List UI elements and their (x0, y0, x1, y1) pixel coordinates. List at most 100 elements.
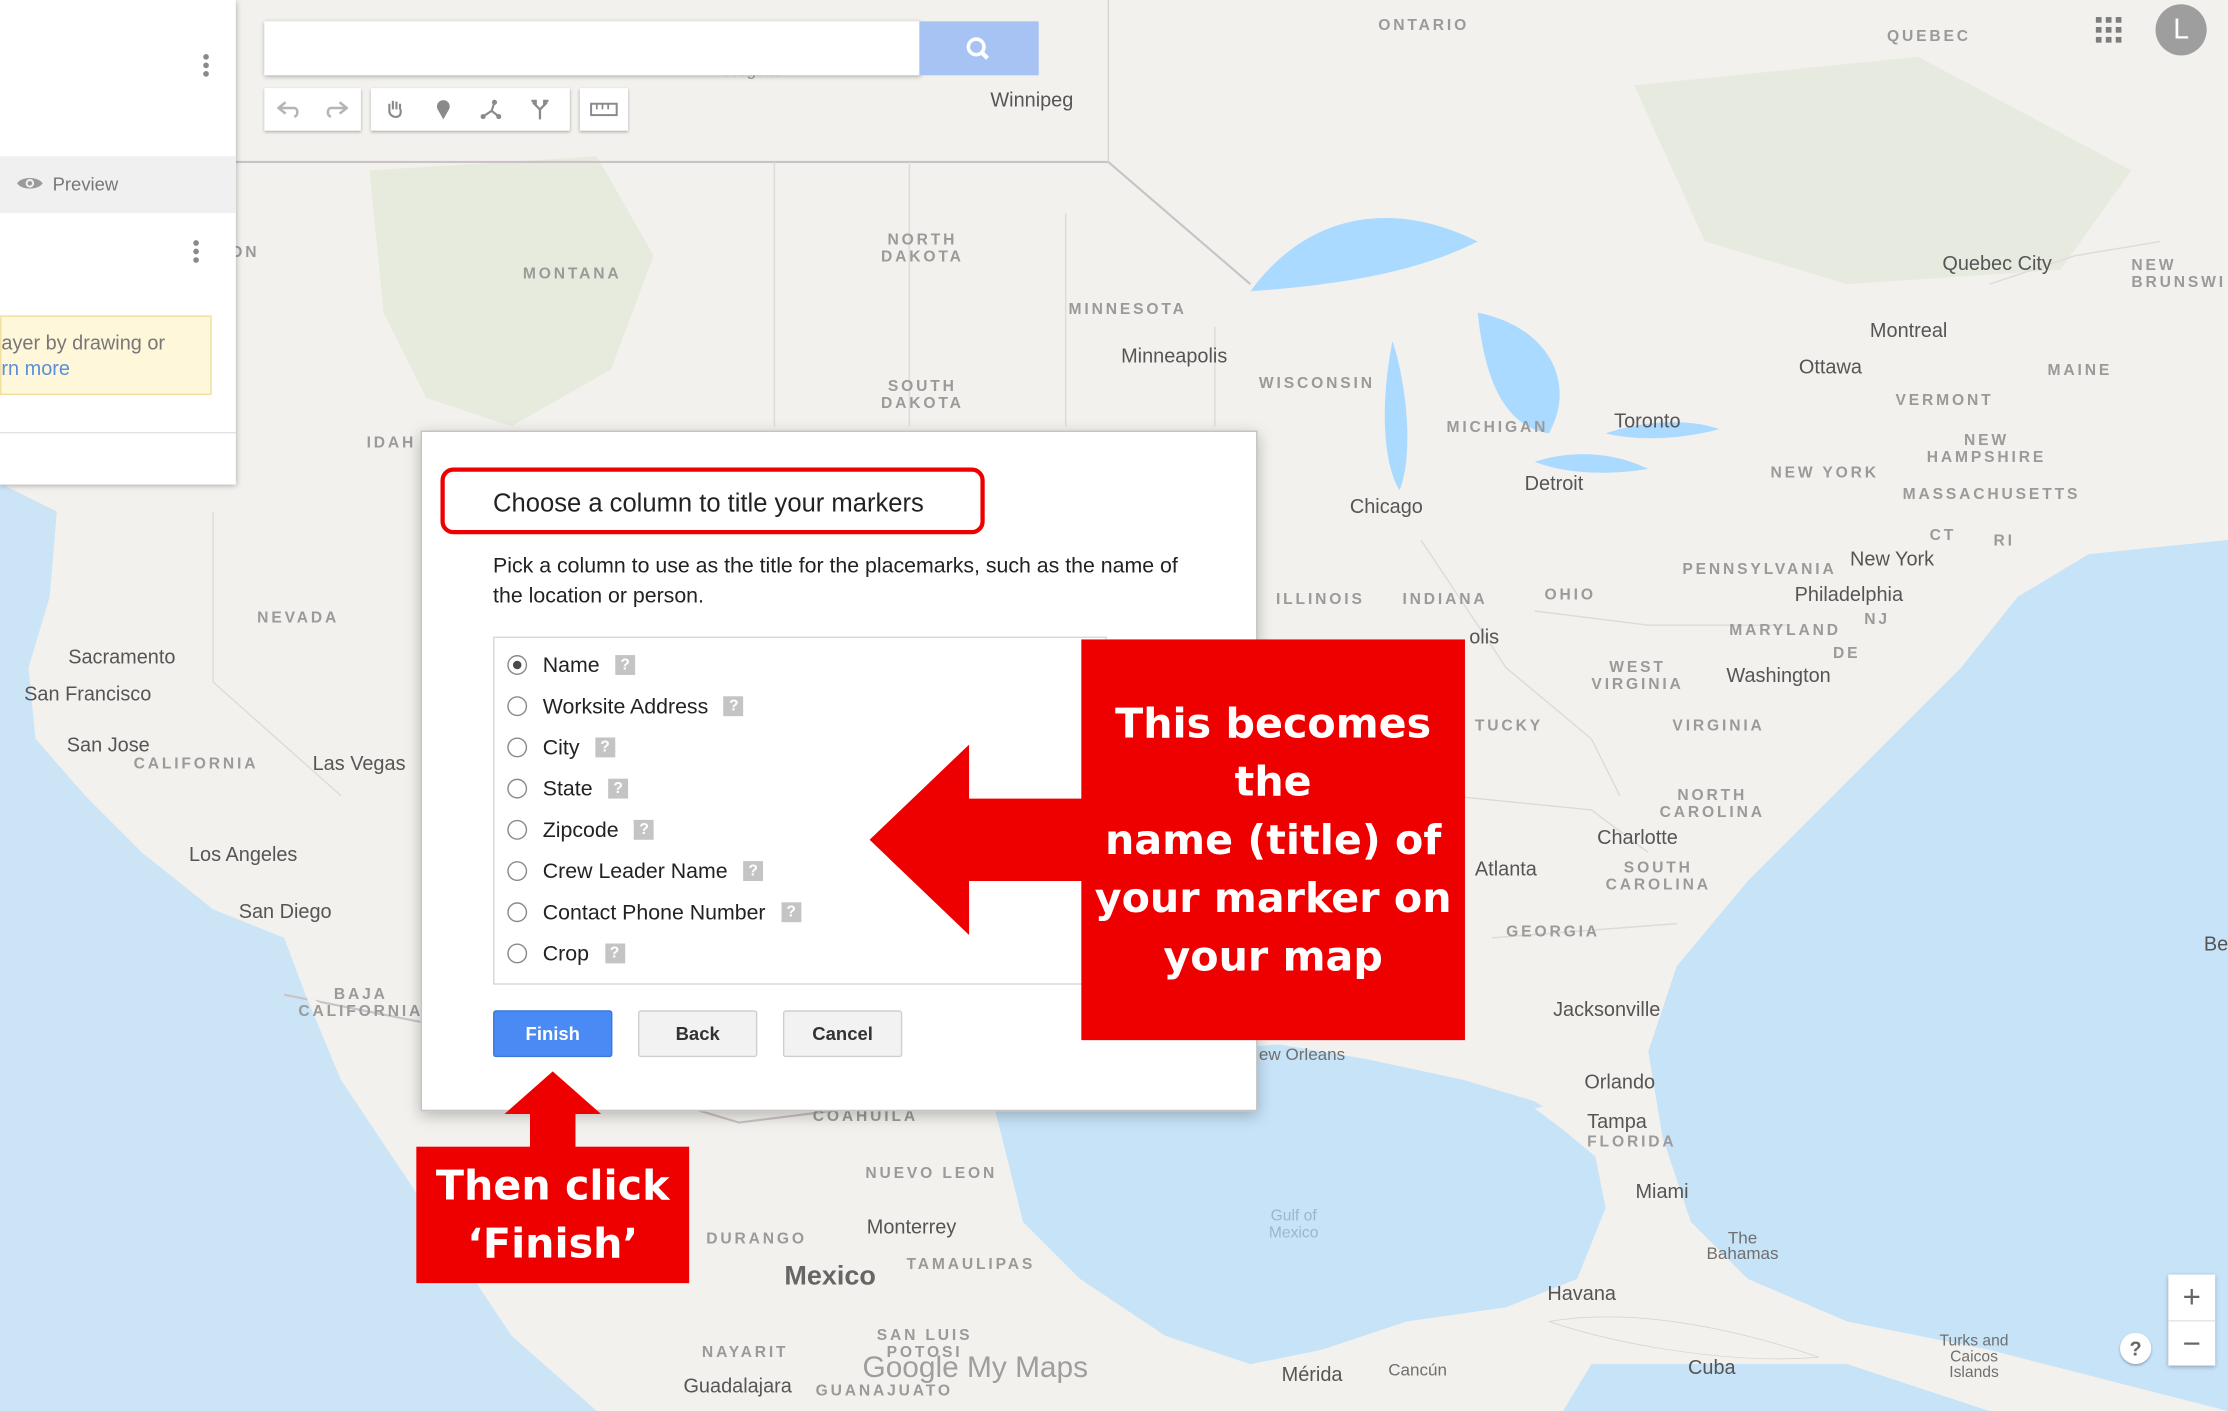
map-label-minnesota: MINNESOTA (1068, 301, 1187, 319)
radio-button[interactable] (507, 861, 528, 881)
column-option[interactable]: State ? (507, 773, 629, 804)
help-icon[interactable]: ? (595, 737, 616, 758)
map-label-california: CALIFORNIA (133, 755, 259, 773)
map-label-cancun: Cancún (1388, 1359, 1448, 1380)
zoom-control: + − (2168, 1274, 2216, 1367)
column-option[interactable]: Crew Leader Name ? (507, 855, 764, 886)
map-label-ohio: OHIO (1544, 586, 1596, 604)
help-icon[interactable]: ? (743, 861, 764, 881)
redo-icon (326, 101, 349, 118)
column-option[interactable]: Worksite Address ? (507, 691, 744, 722)
account-avatar[interactable]: L (2155, 4, 2207, 56)
map-label-wisconsin: WISCONSIN (1258, 375, 1375, 393)
marker-icon (436, 100, 450, 120)
preview-button[interactable]: Preview (0, 156, 236, 214)
title-highlight-box (440, 467, 985, 535)
column-option-label: Worksite Address (542, 694, 709, 719)
map-label-merida: Mérida (1281, 1362, 1343, 1386)
map-label-georgia: GEORGIA (1506, 923, 1600, 941)
map-label-los-angeles: Los Angeles (188, 842, 298, 866)
help-icon[interactable]: ? (723, 696, 744, 717)
help-icon[interactable]: ? (604, 943, 625, 964)
map-label-philadelphia: Philadelphia (1794, 582, 1904, 606)
finish-button[interactable]: Finish (493, 1010, 613, 1058)
back-button[interactable]: Back (637, 1010, 758, 1058)
help-icon[interactable]: ? (781, 902, 802, 923)
map-label-tamaulipas: TAMAULIPAS (906, 1256, 1036, 1274)
directions-button[interactable] (516, 88, 564, 131)
callout-line: This becomes the (1115, 698, 1432, 805)
help-icon[interactable]: ? (615, 655, 636, 675)
draw-line-icon (480, 99, 502, 120)
map-label-new-hampshire: NEW HAMPSHIRE (1926, 431, 2047, 467)
cancel-button[interactable]: Cancel (782, 1010, 903, 1058)
radio-button[interactable] (507, 737, 528, 758)
tip-text: ayer by drawing or (1, 331, 166, 354)
map-label-new-orleans: ew Orleans (1258, 1044, 1346, 1065)
map-label-north-carolina: NORTH CAROLINA (1659, 787, 1765, 822)
add-marker-button[interactable] (419, 88, 467, 131)
bottom-callout-box: Then click ‘Finish’ (416, 1146, 690, 1284)
help-button[interactable]: ? (2120, 1332, 2152, 1365)
map-label-orlando: Orlando (1584, 1069, 1656, 1093)
map-label-san-francisco: San Francisco (24, 682, 152, 705)
column-option-label: Name (542, 652, 600, 678)
column-option[interactable]: Zipcode ? (507, 814, 655, 845)
column-option[interactable]: Contact Phone Number ? (507, 897, 802, 928)
map-options-menu-icon[interactable] (203, 51, 209, 79)
zoom-out-button[interactable]: − (2168, 1320, 2216, 1367)
search-button[interactable] (919, 21, 1039, 76)
map-label-durango: DURANGO (706, 1230, 807, 1248)
up-arrow-annotation (504, 1071, 602, 1151)
help-icon[interactable]: ? (634, 819, 655, 840)
map-label-turks-caicos: Turks and Caicos Islands (1939, 1332, 2009, 1382)
map-label-maryland: MARYLAND (1729, 622, 1841, 640)
apps-grid-icon[interactable] (2095, 17, 2122, 43)
layer-options-menu-icon[interactable] (193, 237, 199, 265)
map-label-guadalajara: Guadalajara (683, 1374, 792, 1397)
map-label-toronto: Toronto (1614, 409, 1681, 432)
map-label-florida: FLORIDA (1587, 1133, 1677, 1151)
radio-button[interactable] (507, 696, 528, 717)
column-option[interactable]: Name ? (507, 649, 636, 680)
learn-more-link[interactable]: rn more (1, 357, 70, 380)
undo-icon (277, 101, 299, 118)
map-label-ottawa: Ottawa (1798, 355, 1862, 378)
radio-button[interactable] (507, 819, 528, 840)
map-label-baja-california: BAJA CALIFORNIA (298, 986, 424, 1021)
map-label-quebec-city: Quebec City (1942, 251, 2052, 275)
map-label-montreal: Montreal (1869, 318, 1948, 342)
search-icon (966, 37, 990, 60)
undo-button[interactable] (264, 88, 312, 131)
map-label-montana: MONTANA (522, 265, 622, 283)
map-label-winnipeg: Winnipeg (990, 88, 1074, 111)
map-label-gulf-of-mexico: Gulf of Mexico (1268, 1207, 1319, 1242)
map-label-ri: RI (1993, 532, 2015, 550)
zoom-in-button[interactable]: + (2168, 1275, 2215, 1320)
map-label-cuba: Cuba (1688, 1355, 1736, 1379)
redo-button[interactable] (313, 88, 361, 131)
google-my-maps-logo: Google My Maps (862, 1351, 1088, 1385)
map-label-quebec: QUEBEC (1886, 28, 1971, 46)
column-option[interactable]: City ? (507, 732, 616, 763)
map-label-nayarit: NAYARIT (701, 1344, 789, 1362)
hand-icon (388, 100, 402, 118)
radio-button-selected[interactable] (507, 655, 528, 675)
draw-line-button[interactable] (467, 88, 515, 131)
column-option[interactable]: Crop ? (507, 938, 625, 969)
layer-tip-box: ayer by drawing or rn more (0, 315, 212, 396)
search-input[interactable] (264, 21, 921, 76)
radio-button[interactable] (507, 902, 528, 923)
help-icon[interactable]: ? (608, 778, 629, 799)
column-option-label: State (542, 776, 593, 801)
map-label-michigan: MICHIGAN (1446, 419, 1549, 437)
measure-tool-group (579, 88, 629, 131)
column-option-label: Crew Leader Name (542, 858, 728, 884)
radio-button[interactable] (507, 943, 528, 964)
measure-button[interactable] (580, 88, 628, 131)
radio-button[interactable] (507, 778, 528, 799)
right-callout-box: This becomes the name (title) of your ma… (1081, 639, 1465, 1041)
undo-redo-group (264, 88, 361, 131)
drawing-tools-group (370, 88, 570, 131)
pan-tool-button[interactable] (371, 88, 419, 131)
